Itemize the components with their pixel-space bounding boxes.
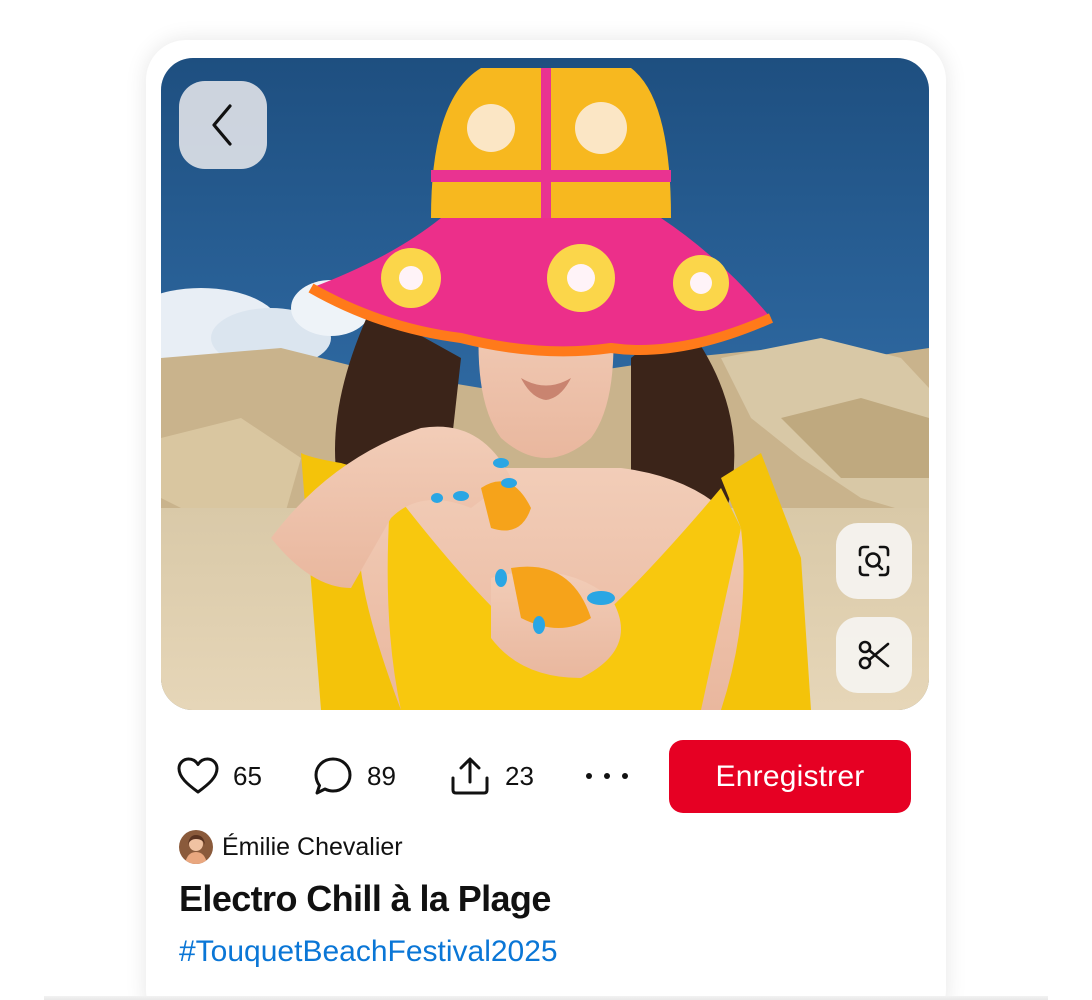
more-options-button[interactable]	[586, 764, 628, 788]
pin-detail-page: 65 89 23 Enregistrer Émilie Chevalier El…	[0, 0, 1092, 1000]
pin-photo[interactable]	[161, 58, 929, 710]
like-count: 65	[233, 760, 262, 791]
visual-search-icon	[858, 545, 890, 577]
heart-icon	[177, 757, 219, 794]
pin-title: Electro Chill à la Plage	[179, 878, 551, 919]
save-button[interactable]: Enregistrer	[669, 740, 911, 813]
like-button[interactable]: 65	[177, 752, 262, 800]
hashtag-link[interactable]: #TouquetBeachFestival2025	[179, 935, 558, 969]
share-button[interactable]: 23	[449, 752, 534, 800]
more-dot	[622, 773, 628, 779]
comment-count: 89	[367, 760, 396, 791]
back-button[interactable]	[179, 81, 267, 169]
more-dot	[586, 773, 592, 779]
share-count: 23	[505, 760, 534, 791]
chevron-left-icon	[212, 104, 232, 146]
divider	[44, 996, 1048, 1000]
share-upload-icon	[451, 757, 489, 795]
comment-bubble-icon	[314, 757, 352, 795]
avatar[interactable]	[179, 830, 213, 864]
author-row[interactable]: Émilie Chevalier	[179, 829, 403, 865]
more-dot	[604, 773, 610, 779]
visual-search-button[interactable]	[836, 523, 912, 599]
author-name[interactable]: Émilie Chevalier	[222, 833, 403, 862]
comment-button[interactable]: 89	[313, 752, 396, 800]
scissors-icon	[858, 640, 890, 670]
cutout-button[interactable]	[836, 617, 912, 693]
